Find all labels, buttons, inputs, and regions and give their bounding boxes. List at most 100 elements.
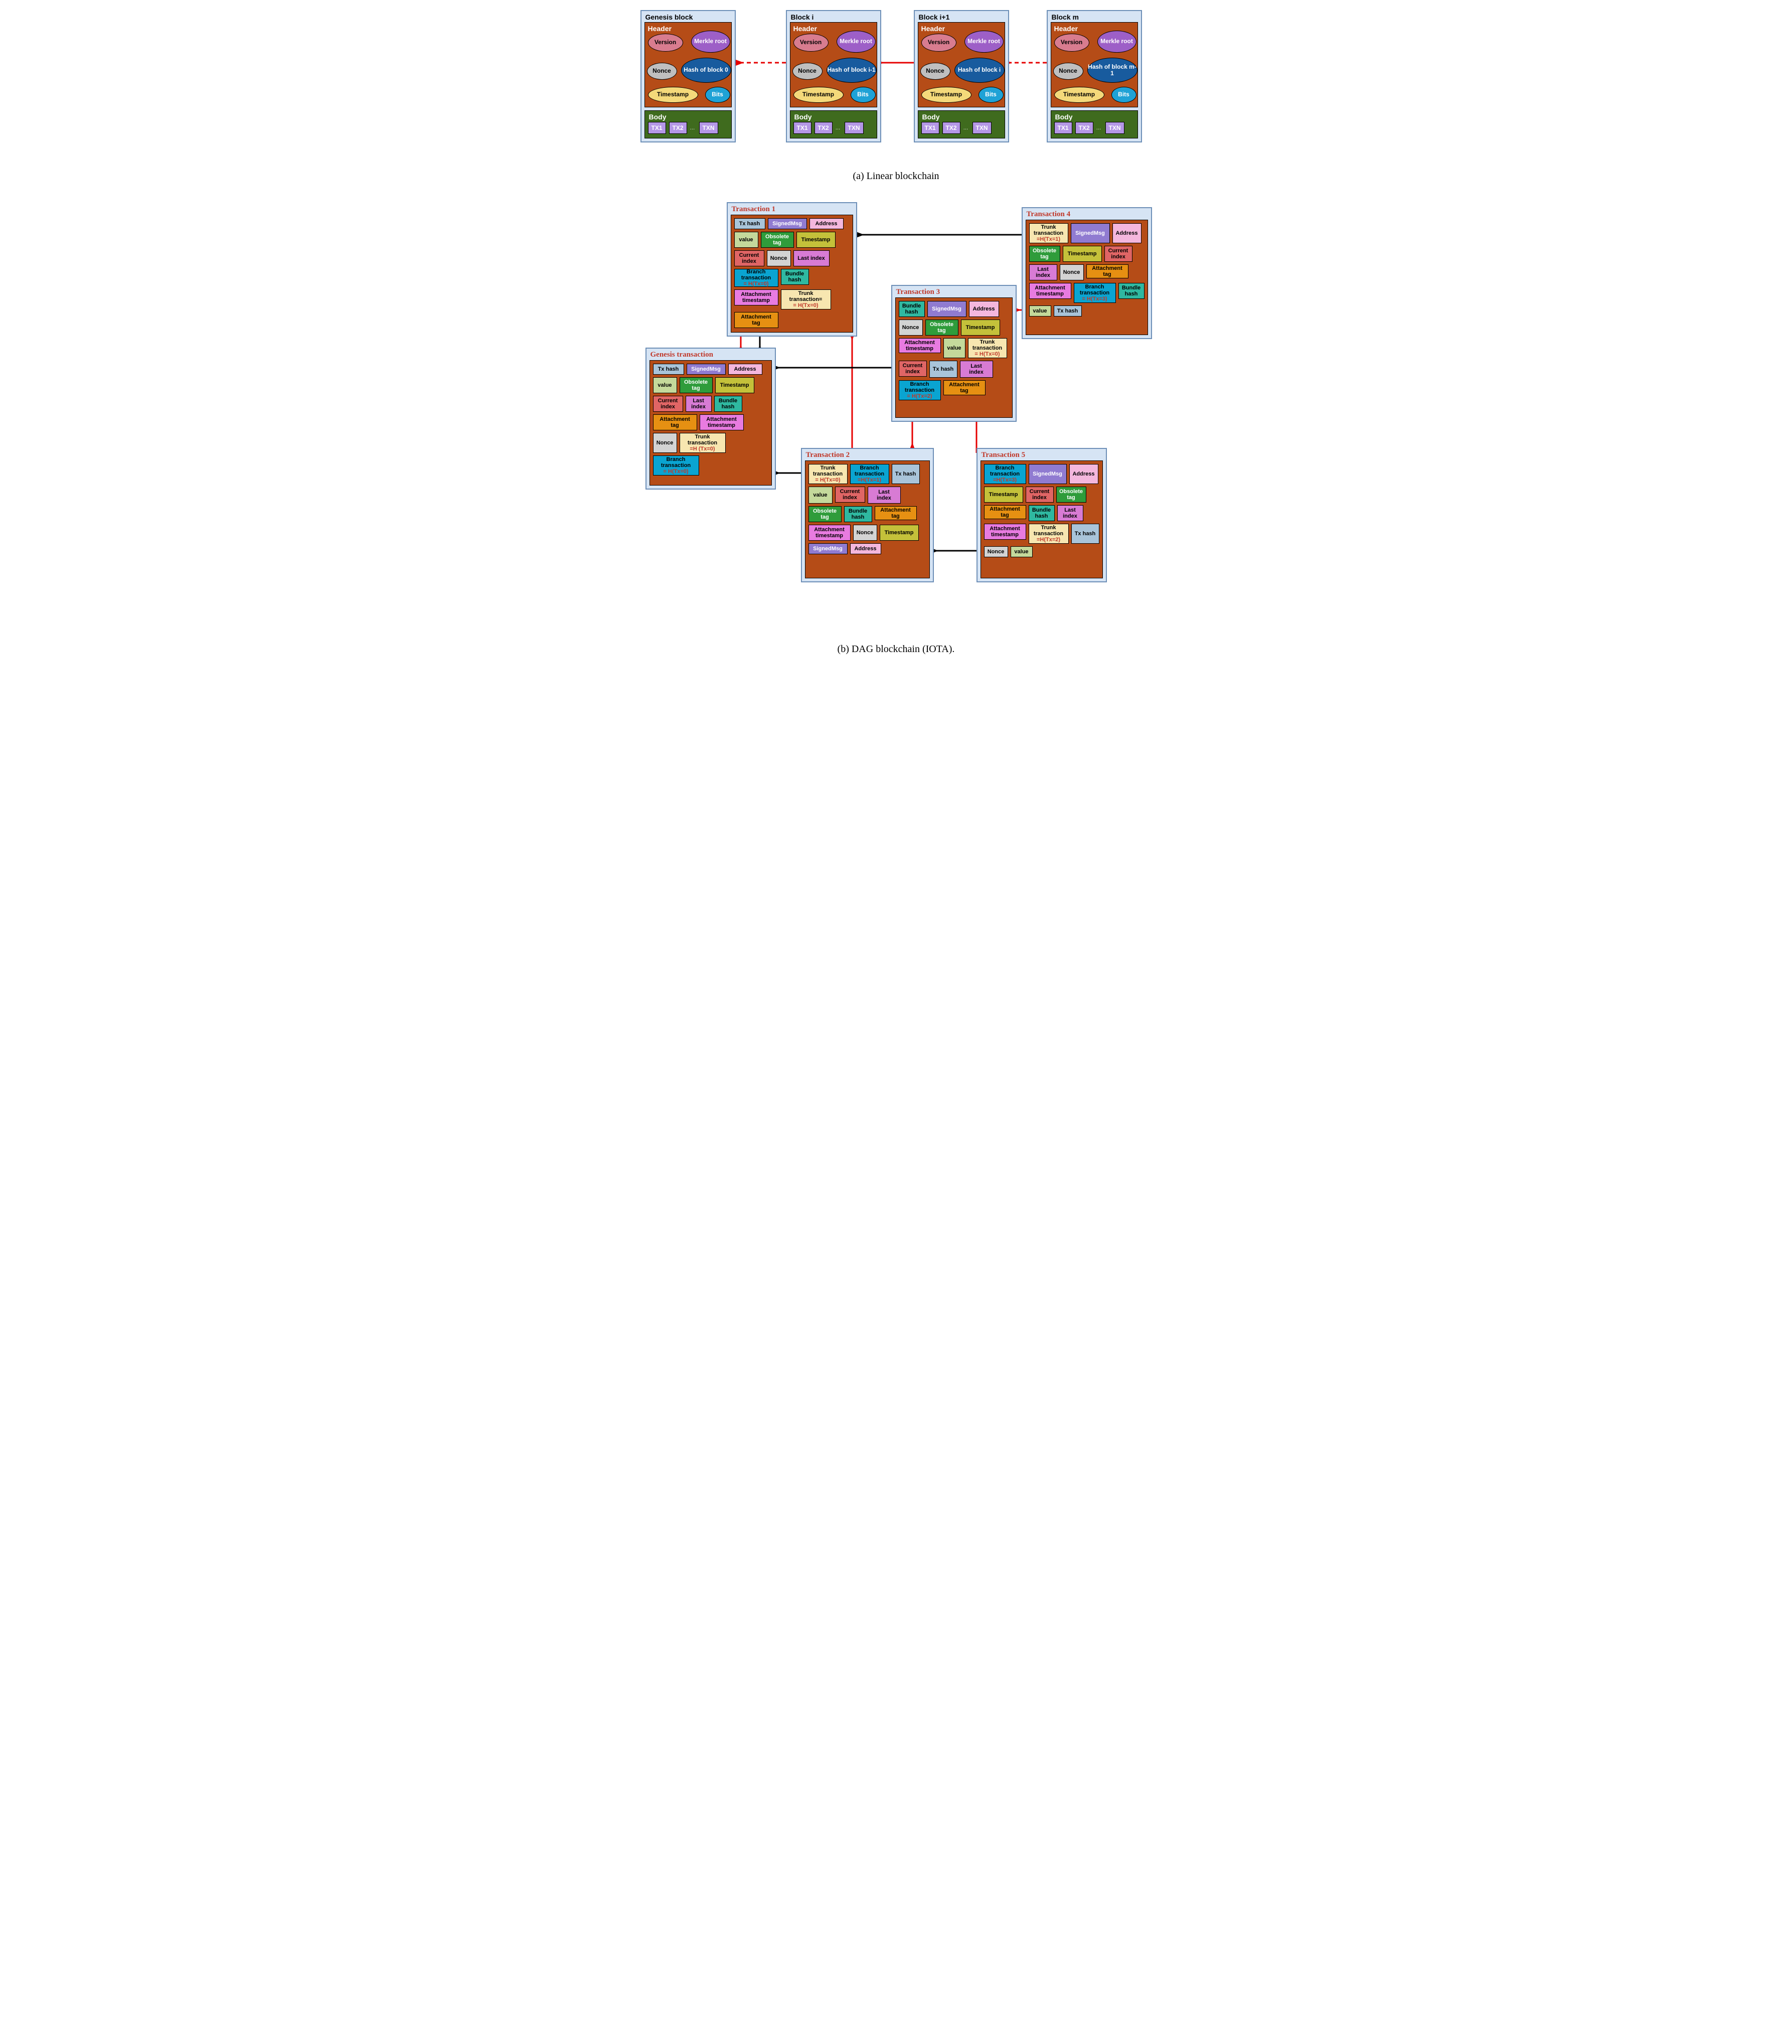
tx-item: TX1 [648,122,666,134]
field-atttag: Attachment tag [943,380,986,395]
ellipse-version: Version [793,34,829,52]
field-curidx: Current index [734,250,764,266]
field-signed: SignedMsg [768,218,807,229]
block-header: Header Version Merkle root Nonce Hash of… [644,22,732,107]
field-attts: Attachment timestamp [700,414,744,430]
block-title: Block i+1 [919,13,1005,21]
tx-title: Transaction 4 [1027,210,1148,219]
tx-body: Branch transaction =H(Tx=3) SignedMsg Ad… [981,460,1103,578]
field-atttag: Attachment tag [875,506,917,520]
block-header: Header Version Merkle root Nonce Hash of… [1051,22,1138,107]
field-atttag: Attachment tag [653,414,697,430]
tx-3: Transaction 3 Bundle hash SignedMsg Addr… [891,285,1017,422]
field-value: value [1011,546,1033,557]
ellipse-nonce: Nonce [1053,63,1083,80]
dag-blockchain-section: Genesis transaction Tx hash SignedMsg Ad… [635,202,1157,639]
linear-blockchain-section: Genesis block Header Version Merkle root… [635,10,1157,166]
ellipse-hash: Hash of block 0 [681,58,731,83]
tx-item: TX1 [1054,122,1072,134]
field-attts: Attachment timestamp [1029,283,1071,299]
field-obs: Obsolete tag [761,232,794,248]
tx-item: TXN [845,122,864,134]
tx-body: Trunk transaction = H(Tx=0) Branch trans… [805,460,930,578]
tx-item: TX1 [921,122,939,134]
tx-2: Transaction 2 Trunk transaction = H(Tx=0… [801,448,934,582]
ellipse-timestamp: Timestamp [793,87,844,103]
ellipse-bits: Bits [851,87,876,103]
ellipse-timestamp: Timestamp [648,87,698,103]
tx-item: TXN [972,122,992,134]
field-address: Address [1112,223,1142,243]
field-nonce: Nonce [767,250,791,266]
field-lastidx: Last index [960,361,993,378]
ellipse-timestamp: Timestamp [1054,87,1104,103]
field-lastidx: Last index [686,396,712,412]
ellipse-hash: Hash of block i [954,58,1005,83]
block-i1: Block i+1 Header Version Merkle root Non… [914,10,1009,142]
field-nonce: Nonce [1060,264,1084,280]
field-trunk: Trunk transaction = H(Tx=0) [808,464,848,484]
tx-genesis: Genesis transaction Tx hash SignedMsg Ad… [645,348,776,490]
field-attts: Attachment timestamp [808,525,851,541]
field-txhash: Tx hash [653,364,684,375]
field-bundle: Bundle hash [1029,505,1055,521]
caption-b: (b) DAG blockchain (IOTA). [635,644,1157,655]
blockchain-diagram: Genesis block Header Version Merkle root… [635,10,1157,655]
field-obs: Obsolete tag [680,377,713,393]
block-title: Block i [791,13,877,21]
ellipse-version: Version [1054,34,1089,52]
field-signed: SignedMsg [1029,464,1067,484]
field-lastidx: Last index [1057,505,1083,521]
field-txhash: Tx hash [929,361,957,378]
field-obs: Obsolete tag [1029,246,1060,262]
field-value: value [808,487,833,504]
field-timestamp: Timestamp [961,320,1000,336]
tx-item: TXN [699,122,718,134]
ellipse-merkle: Merkle root [1097,31,1136,53]
field-timestamp: Timestamp [715,377,754,393]
block-header: Header Version Merkle root Nonce Hash of… [790,22,877,107]
block-title: Genesis block [645,13,732,21]
field-timestamp: Timestamp [796,232,836,248]
field-txhash: Tx hash [892,464,920,484]
field-value: value [1029,305,1051,317]
field-trunk: Trunk transaction =H (Tx=0) [680,433,726,453]
field-txhash: Tx hash [734,218,765,229]
field-lastidx: Last index [793,250,830,266]
field-trunk: Trunk transaction= = H(Tx=0) [781,289,831,309]
block-header: Header Version Merkle root Nonce Hash of… [918,22,1005,107]
field-signed: SignedMsg [1071,223,1110,243]
field-txhash: Tx hash [1054,305,1082,317]
tx-title: Genesis transaction [650,351,772,359]
field-timestamp: Timestamp [984,487,1023,503]
field-trunk: Trunk transaction = H(Tx=0) [968,338,1007,358]
field-attts: Attachment timestamp [734,289,778,305]
ellipse-version: Version [921,34,956,52]
field-attts: Attachment timestamp [899,338,941,353]
field-lastidx: Last index [868,487,901,504]
field-curidx: Current index [1026,487,1054,503]
field-atttag: Attachment tag [734,312,778,328]
field-value: value [653,377,677,393]
field-nonce: Nonce [853,525,877,541]
ellipse-bits: Bits [1111,87,1136,103]
field-curidx: Current index [899,361,927,377]
ellipse-nonce: Nonce [647,63,677,80]
field-signed: SignedMsg [808,543,848,554]
field-attts: Attachment timestamp [984,524,1026,540]
field-address: Address [728,364,762,375]
field-branch: Branch transaction = H(Tx=0) [734,269,778,287]
field-obs: Obsolete tag [808,506,842,522]
field-bundle: Bundle hash [781,269,809,285]
tx-title: Transaction 3 [896,288,1013,296]
caption-a: (a) Linear blockchain [635,171,1157,182]
block-body: Body TX1 TX2 … TXN [1051,110,1138,138]
field-obs: Obsolete tag [925,320,958,336]
field-signed: SignedMsg [687,364,726,375]
field-nonce: Nonce [984,546,1008,557]
ellipse-version: Version [648,34,683,52]
ellipse-bits: Bits [705,87,730,103]
field-bundle: Bundle hash [844,506,872,522]
field-branch: Branch transaction = H(Tx=0) [653,455,699,476]
block-i: Block i Header Version Merkle root Nonce… [786,10,881,142]
